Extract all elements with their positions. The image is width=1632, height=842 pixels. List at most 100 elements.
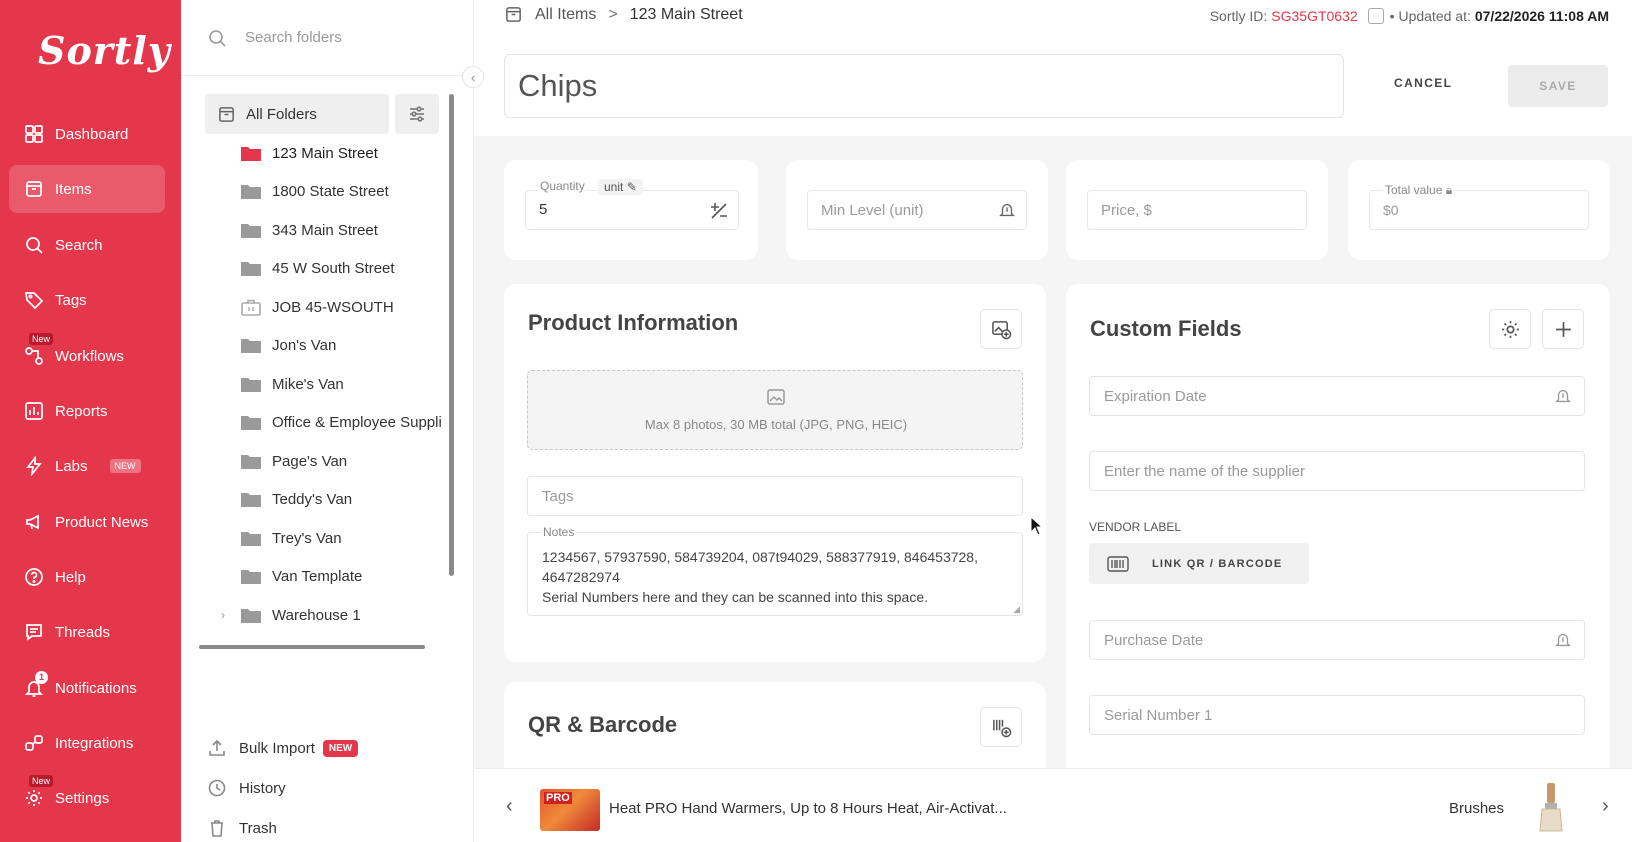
copy-icon[interactable] [1367,8,1384,24]
notes-text: 1234567, 57937590, 584739204, 087t94029,… [542,547,1012,607]
bell-alert-icon[interactable] [1554,631,1572,649]
updated-label: • Updated at: [1389,8,1471,24]
plus-minus-icon[interactable] [708,200,730,222]
history-link[interactable]: History [207,778,286,798]
nav-integrations[interactable]: Integrations [9,719,165,767]
nav-items[interactable]: Items [9,165,165,213]
nav-reports[interactable]: Reports [9,387,165,435]
folder-panel: Search folders All Folders 123 Main Stre… [181,0,474,842]
folder-row[interactable]: Page's Van [181,442,451,480]
nav-threads[interactable]: Threads [9,608,165,656]
link-qr-barcode-button[interactable]: LINK QR / BARCODE [1089,543,1309,584]
custom-fields-title: Custom Fields [1090,316,1242,341]
nav-settings[interactable]: New Settings [9,774,165,822]
items-icon [23,178,45,200]
nav-search[interactable]: Search [9,221,165,269]
nav-workflows[interactable]: New Workflows [9,332,165,380]
folder-horizontal-scrollbar[interactable] [199,645,425,649]
nav-tags[interactable]: Tags [9,276,165,324]
cancel-button[interactable]: CANCEL [1394,76,1452,90]
folder-label: 1800 State Street [272,182,389,200]
breadcrumb-current[interactable]: 123 Main Street [630,6,743,24]
item-name-input[interactable]: Chips [504,54,1344,118]
folder-icon [241,262,261,276]
items-icon [506,7,521,22]
bell-alert-icon[interactable] [998,201,1016,219]
folder-row[interactable]: 343 Main Street [181,211,451,249]
nav-dashboard[interactable]: Dashboard [9,110,165,158]
photo-dropzone[interactable]: Max 8 photos, 30 MB total (JPG, PNG, HEI… [527,370,1023,450]
app-root: Sortly Dashboard Items Search Tags New W… [0,0,1632,842]
add-custom-field-button[interactable] [1542,309,1584,349]
tags-input[interactable]: Tags [527,476,1023,516]
next-item-button[interactable]: › [1602,795,1609,818]
sortly-logo[interactable]: Sortly [38,28,171,73]
folder-icon [241,493,261,507]
folder-icon [241,339,261,353]
history-label: History [239,779,286,797]
folder-row[interactable]: 45 W South Street [181,249,451,287]
notes-textarea[interactable]: Notes 1234567, 57937590, 584739204, 087t… [527,525,1023,616]
save-button[interactable]: SAVE [1508,65,1608,107]
min-level-input[interactable]: Min Level (unit) [807,190,1027,230]
chevron-left-icon: ‹ [470,69,476,85]
folder-icon [241,570,261,584]
folder-row[interactable]: Office & Employee Suppli [181,403,451,441]
folder-row[interactable]: › Warehouse 1 [181,596,451,634]
new-badge: New [29,333,54,345]
folder-icon [241,147,261,161]
folder-row[interactable]: Trey's Van [181,519,451,557]
folder-row[interactable]: Jon's Van [181,326,451,364]
trash-link[interactable]: Trash [207,818,277,838]
new-badge: NEW [322,739,359,757]
gear-icon: New [23,775,54,809]
price-placeholder: Price, $ [1101,201,1152,219]
nav-help[interactable]: Help [9,553,165,601]
next-item-thumbnail[interactable] [1534,781,1568,833]
folder-search[interactable]: Search folders [181,0,474,76]
add-photo-button[interactable] [980,309,1022,349]
previous-item-button[interactable]: ‹ [506,795,513,818]
folder-row[interactable]: Van Template [181,557,451,595]
folder-row[interactable]: Mike's Van [181,365,451,403]
collapse-panel-button[interactable]: ‹ [462,66,484,88]
chat-icon [23,621,45,643]
next-item-name[interactable]: Brushes [1449,800,1504,817]
expiration-date-input[interactable]: Expiration Date [1089,376,1585,416]
folder-row[interactable]: 123 Main Street [181,134,451,172]
notes-line: Serial Numbers here and they can be scan… [542,589,929,605]
total-value-field: Total value 🔒︎ $0 [1369,183,1589,230]
folder-row[interactable]: JOB 45-WSOUTH [181,288,451,326]
folder-label: 123 Main Street [272,144,378,162]
folder-vertical-scrollbar[interactable] [449,94,454,576]
quantity-field[interactable]: Quantity unit ✎ 5 [525,179,739,230]
unit-chip[interactable]: unit ✎ [598,179,643,195]
megaphone-icon [23,511,45,533]
folder-search-input[interactable]: Search folders [245,29,342,46]
folder-icon [241,455,261,469]
folder-label: Jon's Van [272,336,337,354]
chevron-right-icon[interactable]: › [221,608,225,622]
previous-item-thumbnail[interactable]: PRO [540,789,600,831]
nav-labs[interactable]: Labs NEW [9,442,165,490]
all-folders-button[interactable]: All Folders [205,94,389,134]
serial-number-input[interactable]: Serial Number 1 [1089,695,1585,735]
bulk-import-link[interactable]: Bulk Import NEW [207,738,359,758]
nav-notifications[interactable]: 1 Notifications [9,664,165,712]
supplier-input[interactable]: Enter the name of the supplier [1089,451,1585,491]
folder-row[interactable]: 1800 State Street [181,172,451,210]
custom-fields-settings-button[interactable] [1489,309,1531,349]
folder-row[interactable]: Teddy's Van [181,480,451,518]
nav-product-news[interactable]: Product News [9,498,165,546]
filter-button[interactable] [395,94,439,134]
nav-label: Help [55,568,86,586]
breadcrumb-root[interactable]: All Items [535,6,596,24]
previous-item-name[interactable]: Heat PRO Hand Warmers, Up to 8 Hours Hea… [609,800,1007,817]
bell-alert-icon[interactable] [1554,387,1572,405]
add-barcode-button[interactable] [980,707,1022,747]
tags-placeholder: Tags [542,487,574,505]
resize-handle-icon[interactable]: ◢ [1013,604,1020,615]
price-input[interactable]: Price, $ [1087,190,1307,230]
purchase-date-input[interactable]: Purchase Date [1089,620,1585,660]
sliders-icon [410,106,424,122]
